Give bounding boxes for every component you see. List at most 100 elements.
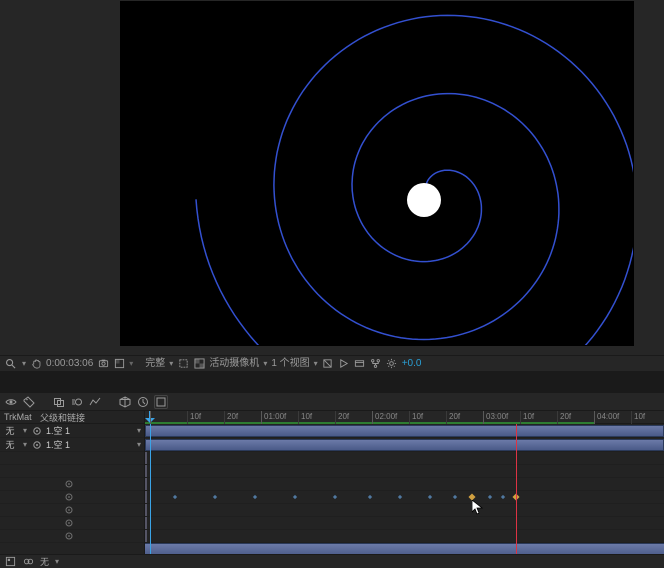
- view-layout-dropdown[interactable]: 1 个视图: [271, 357, 309, 371]
- property-row[interactable]: [0, 530, 144, 543]
- ruler-tick-label: 03:00f: [486, 412, 508, 421]
- layer-duration-bar[interactable]: [145, 439, 664, 451]
- keyframe-diamond[interactable]: [468, 493, 475, 500]
- column-parent[interactable]: 父级和链接: [36, 411, 144, 424]
- layer-row[interactable]: 无 ▾ 1.空 1 ▾: [0, 438, 144, 452]
- property-track[interactable]: [145, 517, 664, 530]
- reset-exposure-icon[interactable]: [386, 358, 398, 370]
- switches-toggle-icon[interactable]: [154, 395, 168, 409]
- chevron-down-icon[interactable]: ▾: [134, 440, 144, 449]
- layer-row[interactable]: 无 ▾ 1.空 1 ▾: [0, 424, 144, 438]
- cti-line: [150, 424, 151, 554]
- property-row[interactable]: [0, 465, 144, 478]
- keyframe-diamond[interactable]: [501, 495, 505, 499]
- keyframe-diamond[interactable]: [488, 495, 492, 499]
- keyframe-diamond[interactable]: [398, 495, 402, 499]
- magnification-dropdown[interactable]: ▾: [20, 357, 26, 371]
- timeline-footer: 无 ▾: [0, 554, 664, 568]
- shy-toggle-icon[interactable]: [4, 395, 18, 409]
- draft3d-icon[interactable]: [118, 395, 132, 409]
- chevron-down-icon[interactable]: ▾: [20, 440, 30, 449]
- layer-track[interactable]: [145, 438, 664, 452]
- region-of-interest-icon[interactable]: [177, 358, 189, 370]
- panel-divider[interactable]: [0, 371, 664, 393]
- pickwhip-icon[interactable]: [64, 492, 74, 502]
- magnify-icon[interactable]: [4, 358, 16, 370]
- channel-caret[interactable]: ▾: [129, 359, 133, 368]
- ruler-tick-label: 10f: [523, 412, 534, 421]
- property-row[interactable]: [0, 504, 144, 517]
- chevron-down-icon[interactable]: ▾: [134, 426, 144, 435]
- keyframe-diamond[interactable]: [293, 495, 297, 499]
- ruler-tick-label: 10f: [634, 412, 645, 421]
- fast-previews-icon[interactable]: [338, 358, 350, 370]
- ruler-tick: 10f: [631, 411, 632, 424]
- keyframe-diamond[interactable]: [253, 495, 257, 499]
- tracks-container: [145, 424, 664, 554]
- property-track[interactable]: [145, 530, 664, 543]
- chevron-down-icon[interactable]: ▾: [20, 426, 30, 435]
- property-track[interactable]: [145, 478, 664, 491]
- keyframe-diamond[interactable]: [368, 495, 372, 499]
- show-channel-icon[interactable]: [113, 358, 125, 370]
- flowchart-icon[interactable]: [370, 358, 382, 370]
- keyframe-diamond[interactable]: [173, 495, 177, 499]
- keyframe-diamond[interactable]: [213, 495, 217, 499]
- keyframe-diamond[interactable]: [333, 495, 337, 499]
- pickwhip-icon[interactable]: [64, 479, 74, 489]
- current-timecode[interactable]: 0:00:03:06: [46, 357, 93, 371]
- time-ruler[interactable]: 10f20f01:00f10f20f02:00f10f20f03:00f10f2…: [145, 411, 664, 424]
- timeline-toolbar: [0, 393, 664, 411]
- property-row[interactable]: [0, 517, 144, 530]
- toggle-modes-icon[interactable]: [22, 556, 34, 568]
- motion-blur-icon[interactable]: [70, 395, 84, 409]
- composition-canvas[interactable]: [121, 2, 633, 345]
- shape-ball[interactable]: [407, 183, 441, 217]
- chevron-down-icon[interactable]: ▾: [55, 557, 59, 566]
- ruler-tick: 10f: [187, 411, 188, 424]
- property-track[interactable]: [145, 452, 664, 465]
- pickwhip-icon[interactable]: [30, 440, 44, 450]
- frame-blend-icon[interactable]: [52, 395, 66, 409]
- layer-duration-bar[interactable]: [145, 425, 664, 437]
- transparency-grid-icon[interactable]: [193, 358, 205, 370]
- keyframe-diamond[interactable]: [453, 495, 457, 499]
- property-track-keyframes[interactable]: [145, 491, 664, 504]
- pickwhip-icon[interactable]: [64, 518, 74, 528]
- cti-secondary-line: [516, 424, 517, 554]
- active-camera-dropdown[interactable]: 活动摄像机: [209, 357, 259, 371]
- ruler-tick: 10f: [409, 411, 410, 424]
- layer-duration-bar[interactable]: [145, 543, 664, 554]
- render-time-icon[interactable]: [136, 395, 150, 409]
- trkmat-value[interactable]: 无: [5, 424, 14, 437]
- trkmat-value[interactable]: 无: [5, 438, 14, 451]
- property-row[interactable]: [0, 452, 144, 465]
- layer-track[interactable]: [145, 424, 664, 438]
- property-track[interactable]: [145, 504, 664, 517]
- footer-mode-value[interactable]: 无: [40, 555, 49, 568]
- tag-icon[interactable]: [22, 395, 36, 409]
- property-track[interactable]: [145, 465, 664, 478]
- pickwhip-icon[interactable]: [64, 505, 74, 515]
- snapshot-icon[interactable]: [97, 358, 109, 370]
- timeline-toggle-icon[interactable]: [354, 358, 366, 370]
- parent-value[interactable]: 1.空 1: [44, 424, 134, 437]
- toggle-switches-icon[interactable]: [4, 556, 16, 568]
- pixel-aspect-icon[interactable]: [322, 358, 334, 370]
- pickwhip-icon[interactable]: [64, 531, 74, 541]
- ruler-tick-label: 10f: [301, 412, 312, 421]
- timeline-tracks-area[interactable]: 10f20f01:00f10f20f02:00f10f20f03:00f10f2…: [145, 411, 664, 554]
- graph-editor-icon[interactable]: [88, 395, 102, 409]
- ruler-tick-label: 20f: [449, 412, 460, 421]
- pickwhip-icon[interactable]: [30, 426, 44, 436]
- ruler-tick-label: 20f: [560, 412, 571, 421]
- resolution-dropdown[interactable]: 完整: [145, 357, 165, 371]
- property-row[interactable]: [0, 491, 144, 504]
- ruler-tick-label: 10f: [190, 412, 201, 421]
- column-trkmat[interactable]: TrkMat: [0, 412, 36, 422]
- parent-value[interactable]: 1.空 1: [44, 438, 134, 451]
- ruler-tick: 20f: [224, 411, 225, 424]
- property-row[interactable]: [0, 478, 144, 491]
- hand-icon[interactable]: [30, 358, 42, 370]
- keyframe-diamond[interactable]: [428, 495, 432, 499]
